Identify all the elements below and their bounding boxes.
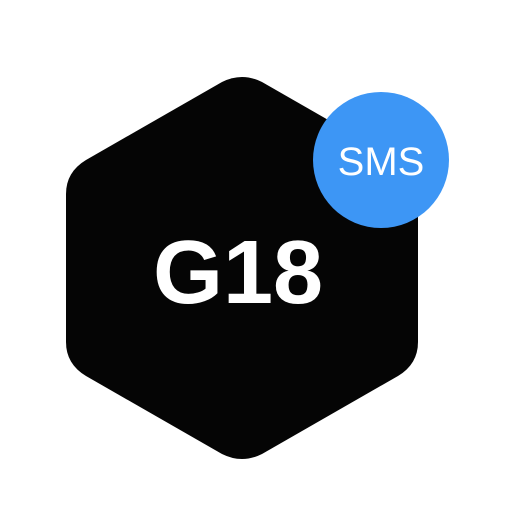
app-icon-graphic: G18 SMS <box>66 77 449 459</box>
app-name-label: G18 <box>153 223 323 323</box>
sms-badge-label: SMS <box>338 140 425 184</box>
app-icon: G18 SMS <box>0 0 512 512</box>
